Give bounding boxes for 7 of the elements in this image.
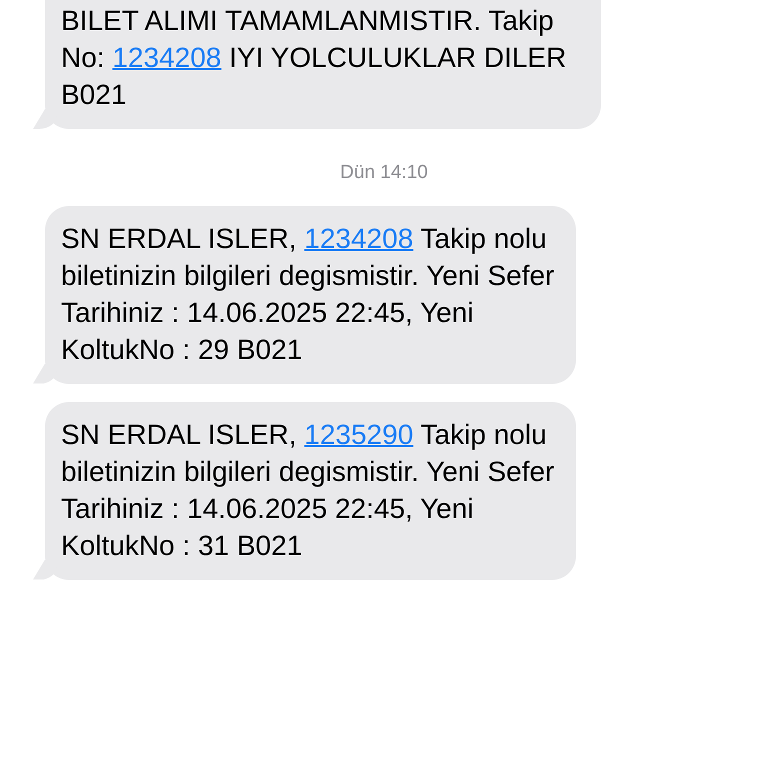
message-text: BILET ALIMI TAMAMLANMISTIR. Takip No: 1234208 IYI YOLCULUKLAR DILER B021 [61,4,568,112]
tracking-number-link[interactable]: 1235290 [304,418,414,450]
message-timestamp: Dün 14:10 [340,162,428,183]
message-text: SN ERDAL ISLER, 1235290 Takip nolu biletinizin bilgileri degismistir. Yeni Sefer Tarihiniz : 14.06.2025 22:45, Yeni KoltukNo : 31 B021 [61,418,556,562]
message-text: SN ERDAL ISLER, 1234208 Takip nolu biletinizin bilgileri degismistir. Yeni Sefer Tarihiniz : 14.06.2025 22:45, Yeni KoltukNo : 29 B021 [61,222,556,366]
tracking-number-link[interactable]: 1234208 [304,222,414,254]
tracking-number-link[interactable]: 1234208 [112,42,222,73]
